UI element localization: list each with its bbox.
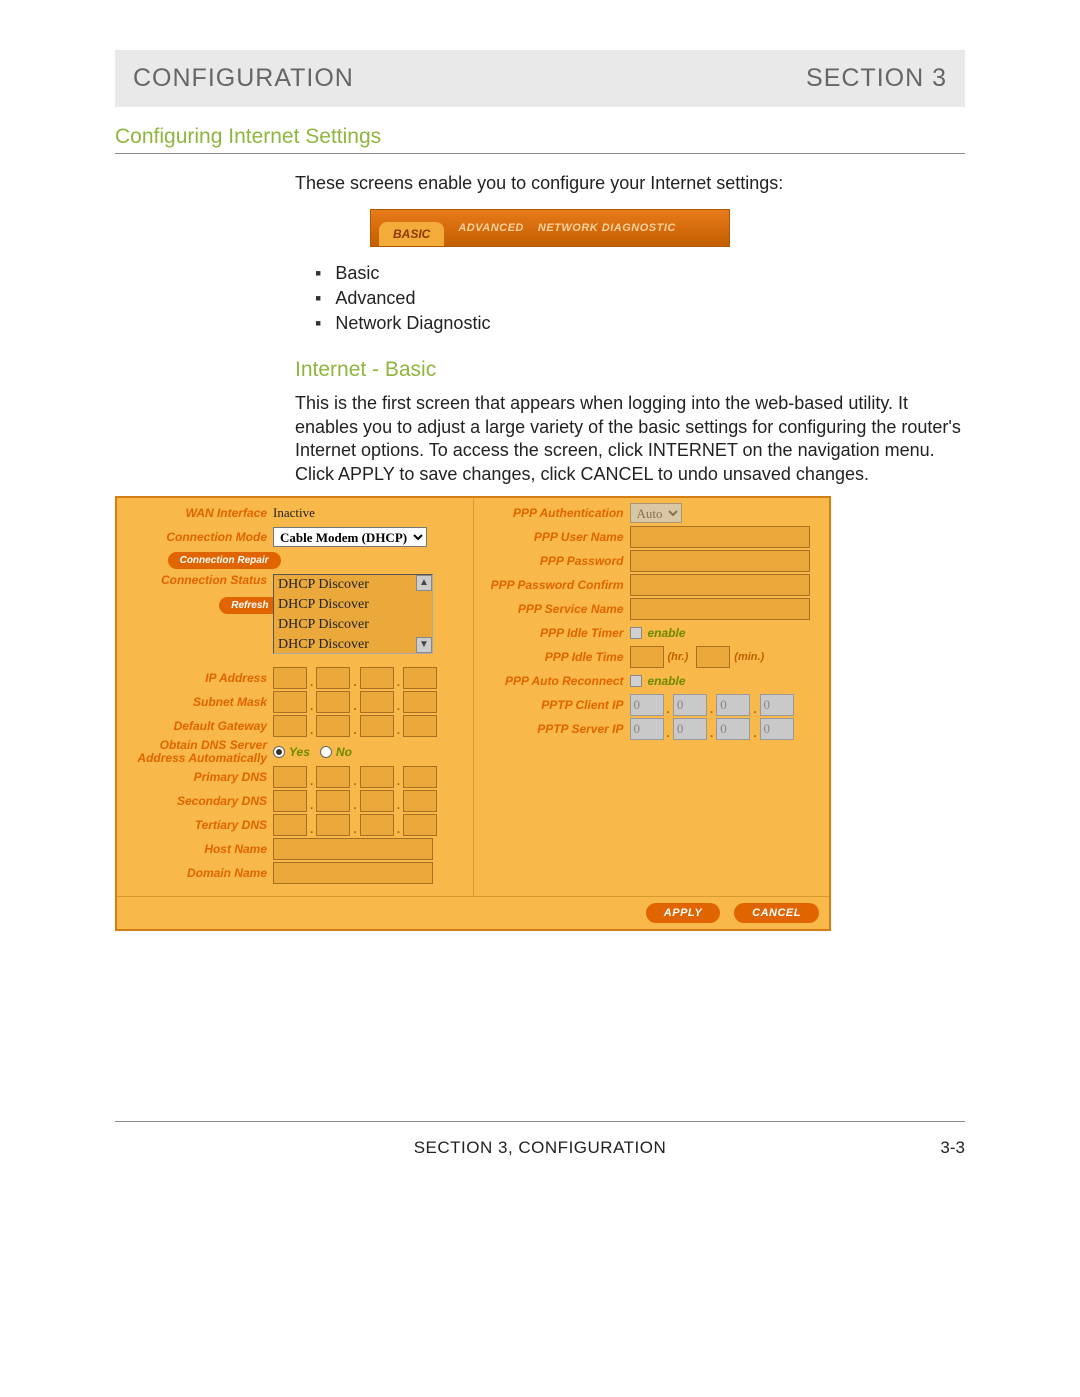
tab-bar-image: BASIC ADVANCED NETWORK DIAGNOSTIC (370, 209, 730, 247)
ppp-auth-label: PPP Authentication (480, 507, 630, 520)
domain-name-input[interactable] (273, 862, 433, 884)
ppp-service-input[interactable] (630, 598, 810, 620)
pptp-client-input: 0. 0. 0. 0 (630, 694, 794, 716)
ppp-auto-reconnect-label: PPP Auto Reconnect (480, 675, 630, 688)
primary-dns-label: Primary DNS (123, 771, 273, 784)
primary-dns-input[interactable]: ... (273, 766, 437, 788)
min-label: (min.) (734, 651, 764, 663)
scroll-up-icon[interactable]: ▲ (416, 575, 432, 591)
connection-mode-label: Connection Mode (123, 531, 273, 544)
obtain-dns-yes-radio[interactable] (273, 746, 285, 758)
ip-address-input[interactable]: ... (273, 667, 437, 689)
enable-label: enable (648, 626, 686, 640)
ppp-pass-label: PPP Password (480, 555, 630, 568)
obtain-dns-no-radio[interactable] (320, 746, 332, 758)
list-item: Advanced (315, 286, 965, 311)
header-section: SECTION 3 (806, 64, 947, 93)
refresh-button[interactable]: Refresh (219, 597, 280, 614)
status-line: DHCP Discover (274, 615, 432, 635)
footer-center: SECTION 3, CONFIGURATION (414, 1138, 667, 1158)
ppp-idle-timer-label: PPP Idle Timer (480, 627, 630, 640)
status-line: DHCP Discover (274, 575, 432, 595)
footer-divider (115, 1121, 965, 1122)
sub-title: Internet - Basic (295, 358, 965, 382)
ppp-user-input[interactable] (630, 526, 810, 548)
ppp-user-label: PPP User Name (480, 531, 630, 544)
bullet-list: Basic Advanced Network Diagnostic (315, 261, 965, 336)
tab-advanced: ADVANCED (458, 222, 524, 234)
footer-page-number: 3-3 (940, 1138, 965, 1158)
ppp-pass-confirm-label: PPP Password Confirm (480, 579, 630, 592)
ppp-pass-confirm-input[interactable] (630, 574, 810, 596)
pptp-server-input: 0. 0. 0. 0 (630, 718, 794, 740)
idle-min-input[interactable] (696, 646, 730, 668)
wan-interface-label: WAN Interface (123, 507, 273, 520)
host-name-input[interactable] (273, 838, 433, 860)
list-item: Network Diagnostic (315, 311, 965, 336)
divider (115, 153, 965, 154)
connection-repair-button[interactable]: Connection Repair (168, 552, 281, 569)
ppp-auto-reconnect-checkbox[interactable] (630, 675, 642, 687)
ip-address-label: IP Address (123, 672, 273, 685)
panel-left-column: WAN Interface Inactive Connection Mode C… (117, 498, 474, 896)
list-item: Basic (315, 261, 965, 286)
no-label: No (336, 745, 352, 759)
secondary-dns-input[interactable]: ... (273, 790, 437, 812)
cancel-button[interactable]: CANCEL (734, 903, 819, 923)
panel-footer: APPLY CANCEL (117, 896, 829, 929)
connection-mode-select[interactable]: Cable Modem (DHCP) (273, 527, 427, 547)
pptp-server-label: PPTP Server IP (480, 723, 630, 736)
secondary-dns-label: Secondary DNS (123, 795, 273, 808)
obtain-dns-label: Obtain DNS Server Address Automatically (123, 739, 273, 764)
connection-status-label: Connection Status (123, 574, 273, 587)
section-title: Configuring Internet Settings (115, 125, 965, 149)
default-gateway-label: Default Gateway (123, 720, 273, 733)
pptp-client-label: PPTP Client IP (480, 699, 630, 712)
router-config-panel: WAN Interface Inactive Connection Mode C… (115, 496, 831, 931)
apply-button[interactable]: APPLY (646, 903, 720, 923)
subnet-mask-label: Subnet Mask (123, 696, 273, 709)
host-name-label: Host Name (123, 843, 273, 856)
domain-name-label: Domain Name (123, 867, 273, 880)
ppp-auth-select: Auto (630, 503, 682, 523)
default-gateway-input[interactable]: ... (273, 715, 437, 737)
ppp-service-label: PPP Service Name (480, 603, 630, 616)
hr-label: (hr.) (668, 651, 689, 663)
connection-status-box[interactable]: DHCP Discover DHCP Discover DHCP Discove… (273, 574, 433, 654)
panel-right-column: PPP Authentication Auto PPP User Name PP… (474, 498, 830, 896)
enable-label: enable (648, 674, 686, 688)
status-line: DHCP Discover (274, 595, 432, 615)
subnet-mask-input[interactable]: ... (273, 691, 437, 713)
page-footer: SECTION 3, CONFIGURATION 3-3 (115, 1138, 965, 1158)
tab-basic: BASIC (379, 222, 444, 246)
tertiary-dns-label: Tertiary DNS (123, 819, 273, 832)
ppp-idle-time-label: PPP Idle Time (480, 651, 630, 664)
description: This is the first screen that appears wh… (295, 392, 965, 486)
wan-interface-value: Inactive (273, 505, 315, 521)
intro-text: These screens enable you to configure yo… (295, 172, 965, 195)
status-line: DHCP Discover (274, 635, 432, 654)
idle-hr-input[interactable] (630, 646, 664, 668)
tab-network-diagnostic: NETWORK DIAGNOSTIC (538, 222, 676, 234)
yes-label: Yes (289, 745, 310, 759)
header-title: CONFIGURATION (133, 64, 354, 93)
scroll-down-icon[interactable]: ▼ (416, 637, 432, 653)
page-header: CONFIGURATION SECTION 3 (115, 50, 965, 107)
ppp-pass-input[interactable] (630, 550, 810, 572)
tertiary-dns-input[interactable]: ... (273, 814, 437, 836)
ppp-idle-timer-checkbox[interactable] (630, 627, 642, 639)
